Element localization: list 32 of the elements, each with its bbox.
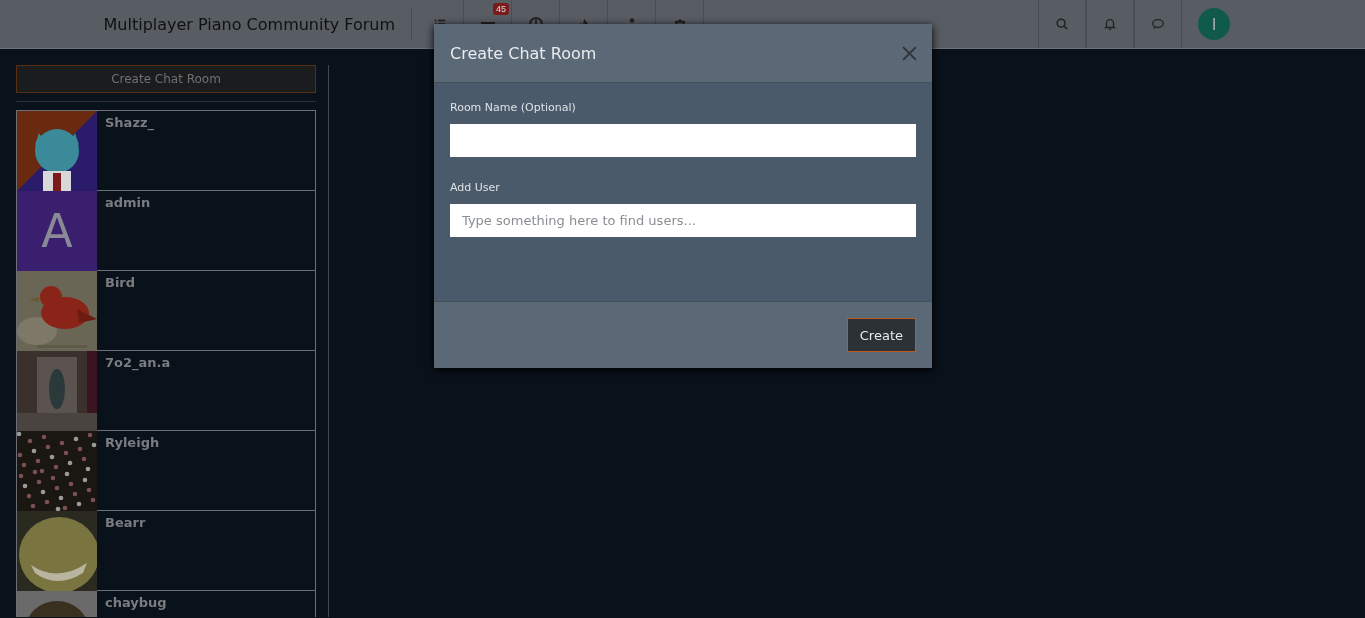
search-icon [1055,17,1069,31]
user-name: chaybug [104,594,168,612]
user-name: Ryleigh [104,434,161,452]
create-chat-room-button[interactable]: Create Chat Room [16,65,316,93]
toolbar-button[interactable] [1134,0,1182,48]
user-name: Shazz_ [104,114,156,133]
close-button[interactable] [901,44,918,62]
field-label: Add User [450,181,501,194]
notification-badge: 45 [493,3,509,15]
create-button[interactable]: Create [846,318,916,352]
user-list-item[interactable]: Shazz_ [17,111,315,191]
bell-icon [1103,17,1117,31]
letter-avatar: A [17,191,97,271]
input-field[interactable] [450,124,916,157]
toolbar-button[interactable] [1038,0,1086,48]
user-list-item[interactable]: Bird [17,271,315,351]
user-list-item[interactable]: A admin [17,191,315,271]
user-avatar[interactable]: I [1198,8,1230,40]
user-name: Bearr [104,514,147,532]
user-name: 7o2_an.a [104,354,172,373]
modal-title: Create Chat Room [450,43,597,63]
chat-icon [1151,17,1165,31]
user-list-item[interactable]: 7o2_an.a [17,351,315,431]
field-label: Room Name (Optional) [450,101,577,114]
user-name: Bird [104,274,137,292]
user-list-item[interactable]: chaybug [17,591,315,617]
close-icon [901,44,918,62]
input-field[interactable]: Type something here to find users... [450,204,916,237]
forum-title[interactable]: Multiplayer Piano Community Forum [0,8,412,40]
user-name: admin [104,194,152,212]
user-list-item[interactable]: Ryleigh [17,431,315,511]
toolbar-button[interactable] [1086,0,1134,48]
